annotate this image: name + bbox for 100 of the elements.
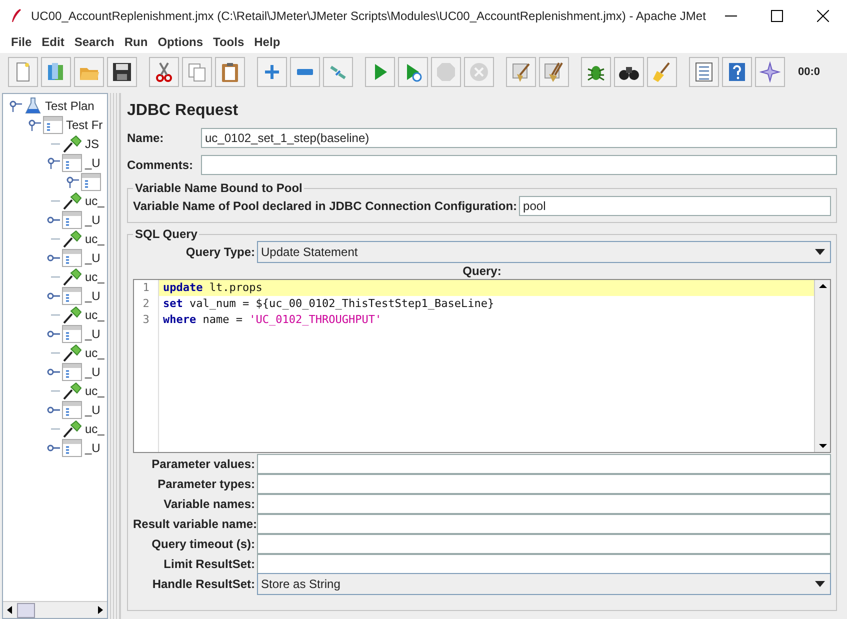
- field-label: Query timeout (s):: [150, 537, 256, 551]
- cut-toolbar-button[interactable]: [149, 57, 179, 87]
- star-icon: [759, 61, 781, 83]
- dropper-icon: [62, 268, 82, 286]
- help-toolbar-button[interactable]: [722, 57, 752, 87]
- splitter-handle[interactable]: [108, 93, 121, 619]
- templates-toolbar-button[interactable]: [41, 57, 71, 87]
- paste-toolbar-button[interactable]: [215, 57, 245, 87]
- maximize-icon[interactable]: [771, 10, 783, 22]
- input-field[interactable]: [257, 494, 831, 514]
- dropdown-arrow-icon: [815, 581, 825, 587]
- expanded-handle-icon[interactable]: [9, 100, 23, 112]
- code-line: where name = 'UC_0102_THROUGHPUT': [162, 312, 383, 328]
- scissors-icon: [153, 61, 175, 83]
- input-field[interactable]: [257, 554, 831, 574]
- tree-item[interactable]: uc_: [85, 194, 104, 208]
- clear-all-toolbar-button[interactable]: [539, 57, 569, 87]
- dropper-icon: [62, 344, 82, 362]
- query-label: Query:: [462, 264, 502, 279]
- field-label: Limit ResultSet:: [162, 557, 256, 571]
- tree-item[interactable]: _U: [85, 156, 100, 170]
- tree-item[interactable]: uc_: [85, 270, 104, 284]
- field-label: Parameter values:: [150, 457, 256, 471]
- start-toolbar-button[interactable]: [365, 57, 395, 87]
- search-toolbar-button[interactable]: [614, 57, 644, 87]
- query-type-dropdown[interactable]: Update Statement: [257, 240, 831, 262]
- tree-item[interactable]: JS: [85, 136, 100, 150]
- dropdown[interactable]: Store as String: [257, 573, 831, 595]
- list-icon: [693, 61, 715, 83]
- dropper-icon: [62, 134, 82, 152]
- scrollbar-thumb[interactable]: [17, 602, 35, 618]
- toggle-toolbar-button[interactable]: [323, 57, 353, 87]
- menu-item[interactable]: Options: [152, 35, 208, 49]
- menu-item[interactable]: Edit: [36, 35, 70, 49]
- stop-icon: [435, 61, 457, 83]
- controller-icon: [62, 248, 82, 266]
- group-title: SQL Query: [134, 227, 198, 241]
- line-number: 2: [142, 296, 150, 312]
- flask-icon: [24, 96, 42, 114]
- reset-toolbar-button[interactable]: [647, 57, 677, 87]
- clipboard-icon: [219, 61, 241, 83]
- dropper-icon: [62, 420, 82, 438]
- controller-icon: [62, 324, 82, 342]
- field-label: Name:: [127, 130, 165, 144]
- field-label: Query Type:: [184, 244, 256, 258]
- input-field[interactable]: [257, 454, 831, 474]
- elapsed-time: 00:0: [798, 66, 820, 78]
- copy-icon: [186, 61, 208, 83]
- new-toolbar-button[interactable]: [8, 57, 38, 87]
- tree-item[interactable]: _U: [85, 364, 100, 378]
- controller-icon: [62, 400, 82, 418]
- input-field[interactable]: [257, 474, 831, 494]
- controller-icon: [62, 210, 82, 228]
- dropper-icon: [62, 382, 82, 400]
- expanded-handle-icon[interactable]: [66, 176, 80, 188]
- tree-item[interactable]: _U: [85, 326, 100, 340]
- comments-field[interactable]: [201, 154, 837, 174]
- query-editor[interactable]: 1 2 3 update lt.props set val_num = ${uc_00_0102_ThisTestStep1_BaseLine} where name = 'UC_0102_THROUGHPUT': [133, 279, 831, 453]
- tree-item[interactable]: _U: [85, 288, 100, 302]
- log-toolbar-button[interactable]: [689, 57, 719, 87]
- expand-toolbar-button[interactable]: [257, 57, 287, 87]
- expanded-handle-icon[interactable]: [47, 156, 61, 168]
- collapse-toolbar-button[interactable]: [290, 57, 320, 87]
- menu-item[interactable]: File: [6, 35, 37, 49]
- tree-item[interactable]: uc_: [85, 384, 104, 398]
- tree-item[interactable]: uc_: [85, 422, 104, 436]
- menu-item[interactable]: Search: [69, 35, 120, 49]
- tree-item[interactable]: _U: [85, 402, 100, 416]
- start-no-pause-toolbar-button[interactable]: [398, 57, 428, 87]
- tree-item[interactable]: Test Plan: [45, 98, 94, 112]
- input-field[interactable]: [257, 534, 831, 554]
- field-label: Result variable name:: [133, 517, 257, 531]
- menu-item[interactable]: Help: [249, 35, 286, 49]
- tree-item[interactable]: uc_: [85, 232, 104, 246]
- menu-item[interactable]: Tools: [208, 35, 250, 49]
- tree-item[interactable]: _U: [85, 212, 100, 226]
- expanded-handle-icon[interactable]: [28, 118, 42, 130]
- copy-toolbar-button[interactable]: [182, 57, 212, 87]
- panel-title: JDBC Request: [127, 101, 240, 121]
- controller-icon: [62, 362, 82, 380]
- tree-item[interactable]: _U: [85, 250, 100, 264]
- close-icon[interactable]: [817, 10, 829, 22]
- name-field[interactable]: uc_0102_set_1_step(baseline): [201, 128, 837, 148]
- tree-item[interactable]: uc_: [85, 346, 104, 360]
- feather-icon: [10, 8, 22, 24]
- menu-item[interactable]: Run: [119, 35, 153, 49]
- tree-item[interactable]: Test Fr: [66, 118, 103, 132]
- tree-item[interactable]: _U: [85, 440, 100, 454]
- function-toolbar-button[interactable]: [581, 57, 611, 87]
- field-label: Variable Name of Pool declared in JDBC Connection Configuration:: [133, 198, 518, 212]
- clear-toolbar-button[interactable]: [506, 57, 536, 87]
- input-field[interactable]: [257, 514, 831, 534]
- save-toolbar-button[interactable]: [107, 57, 137, 87]
- remote-toolbar-button[interactable]: [755, 57, 785, 87]
- tree-item[interactable]: uc_: [85, 308, 104, 322]
- controller-icon: [62, 154, 82, 172]
- minus-icon: [294, 68, 316, 76]
- dropper-icon: [62, 230, 82, 248]
- pool-name-field[interactable]: pool: [519, 196, 831, 216]
- line-number: 1: [142, 280, 150, 296]
